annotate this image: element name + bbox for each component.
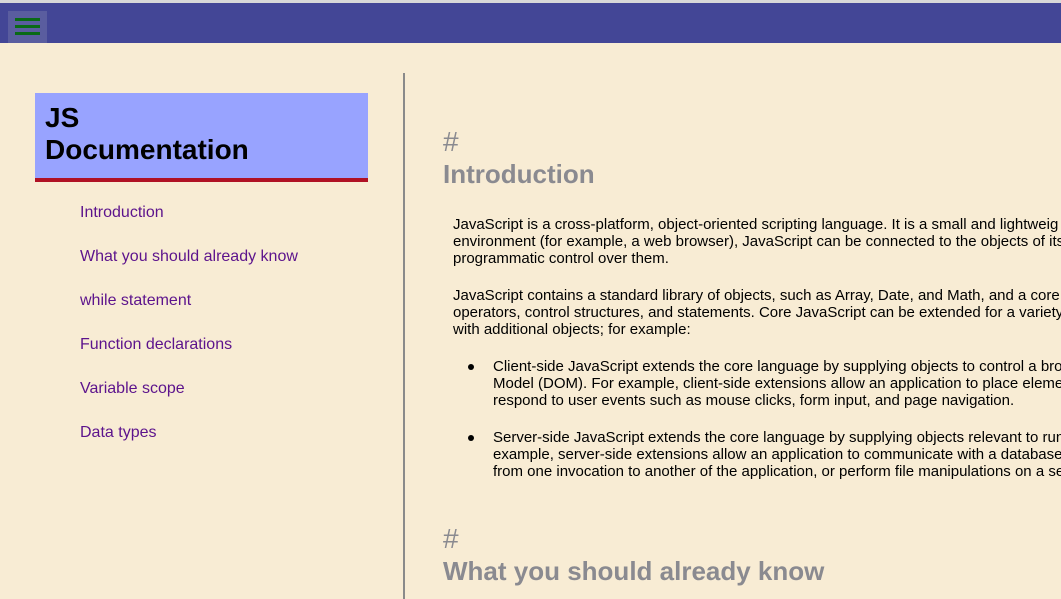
- top-bar: [0, 0, 1061, 43]
- nav-link-introduction[interactable]: Introduction: [80, 203, 298, 247]
- section-title: Introduction: [443, 159, 595, 189]
- section-heading: # Introduction: [443, 126, 595, 190]
- nav-list: Introduction What you should already kno…: [80, 203, 298, 467]
- nav-link-what-you-should-already-know[interactable]: What you should already know: [80, 247, 298, 291]
- nav-link-variable-scope[interactable]: Variable scope: [80, 379, 298, 423]
- sidebar-divider: [403, 73, 405, 599]
- paragraph: JavaScript is a cross-platform, object-o…: [453, 216, 1061, 267]
- anchor-hash[interactable]: #: [443, 523, 824, 555]
- menu-button[interactable]: [8, 11, 47, 43]
- main-content: # Introduction JavaScript is a cross-pla…: [443, 123, 1061, 599]
- sidebar-header: JS Documentation: [35, 93, 368, 182]
- nav-link-data-types[interactable]: Data types: [80, 423, 298, 467]
- list-item: Client-side JavaScript extends the core …: [467, 358, 1061, 409]
- section-title: What you should already know: [443, 556, 825, 586]
- paragraph: JavaScript contains a standard library o…: [453, 287, 1061, 338]
- nav-link-function-declarations[interactable]: Function declarations: [80, 335, 298, 379]
- anchor-hash[interactable]: #: [443, 126, 595, 158]
- list-item: Server-side JavaScript extends the core …: [467, 429, 1061, 480]
- sidebar-title: JS Documentation: [45, 102, 249, 165]
- bullet-list: Client-side JavaScript extends the core …: [467, 358, 1061, 500]
- nav-link-while-statement[interactable]: while statement: [80, 291, 298, 335]
- section-heading: # What you should already know: [443, 523, 824, 587]
